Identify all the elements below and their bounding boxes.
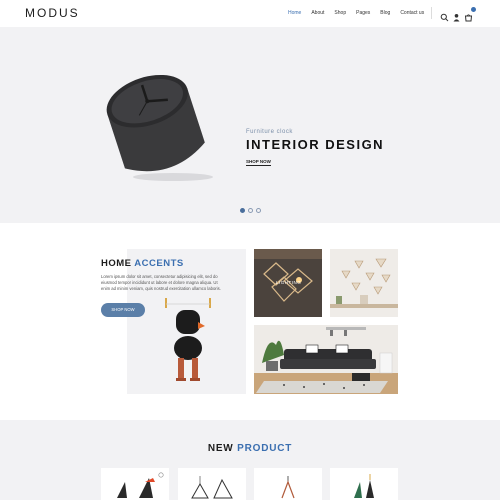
main-nav: Home About Shop Pages Blog Contact us — [288, 10, 434, 16]
nav-about[interactable]: About — [311, 10, 324, 16]
product-card[interactable] — [101, 468, 169, 500]
nav-shop[interactable]: Shop — [334, 10, 346, 16]
hero-title: INTERIOR DESIGN — [246, 137, 385, 152]
accents-title-accent: ACCENTS — [134, 258, 184, 269]
slider-dot-2[interactable] — [248, 208, 253, 213]
decor-figurine-image — [158, 296, 218, 386]
cart-icon[interactable] — [464, 7, 476, 22]
hero-shop-now-link[interactable]: SHOP NOW — [246, 159, 271, 166]
living-room-tile[interactable] — [254, 325, 398, 394]
slider-dot-1[interactable] — [240, 208, 245, 213]
nav-contact[interactable]: Contact us — [400, 10, 424, 16]
hero-subtitle: Furniture clock — [246, 129, 293, 135]
new-product-title-accent: PRODUCT — [237, 443, 293, 454]
wall-decor-tile[interactable] — [330, 249, 398, 317]
product-card[interactable] — [178, 468, 246, 500]
lighting-category-tile[interactable]: LIGHTING — [254, 249, 322, 317]
hero-slider: Furniture clock INTERIOR DESIGN SHOP NOW — [0, 27, 500, 223]
site-header: MODUS Home About Shop Pages Blog Contact… — [0, 0, 500, 27]
header-divider — [431, 7, 432, 19]
accents-description: Lorem ipsum dolor sit amet, consectetur … — [101, 274, 221, 291]
new-product-section — [0, 420, 500, 500]
product-card[interactable] — [330, 468, 398, 500]
slider-dot-3[interactable] — [256, 208, 261, 213]
logo[interactable]: MODUS — [25, 6, 80, 20]
nav-pages[interactable]: Pages — [356, 10, 370, 16]
nav-home[interactable]: Home — [288, 10, 301, 16]
product-card[interactable] — [254, 468, 322, 500]
nav-blog[interactable]: Blog — [380, 10, 390, 16]
search-icon[interactable] — [440, 9, 449, 22]
new-product-title: NEW PRODUCT — [0, 443, 500, 454]
user-icon[interactable] — [452, 9, 461, 22]
slider-dots — [240, 208, 261, 213]
lighting-label: LIGHTING — [276, 280, 302, 285]
accents-title: HOME ACCENTS — [101, 258, 184, 269]
header-icons — [440, 7, 476, 22]
new-product-title-main: NEW — [207, 443, 234, 454]
accents-title-main: HOME — [101, 258, 132, 269]
cart-count-badge — [471, 7, 476, 12]
accents-shop-now-button[interactable]: SHOP NOW — [101, 303, 145, 317]
clock-image — [95, 65, 215, 185]
